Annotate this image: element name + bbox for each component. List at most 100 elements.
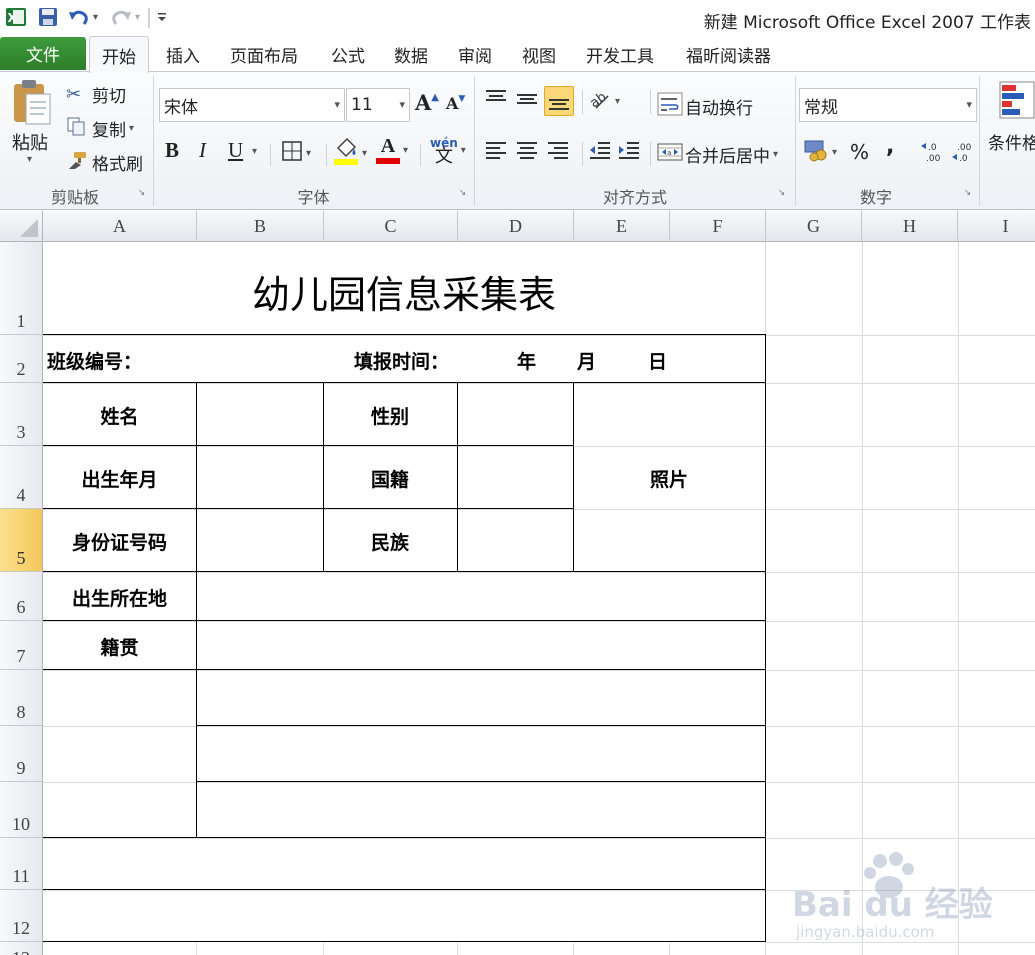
svg-text:a: a: [667, 149, 671, 157]
tab-developer[interactable]: 开发工具: [586, 36, 654, 72]
wrap-text-icon: [657, 92, 683, 121]
decrease-decimal-icon[interactable]: .00.0: [951, 140, 977, 164]
column-header-b[interactable]: B: [197, 211, 324, 242]
decrease-indent-icon[interactable]: [588, 140, 612, 162]
underline-button[interactable]: U: [228, 138, 243, 163]
row-header-8[interactable]: 8: [0, 670, 43, 726]
column-header-a[interactable]: A: [43, 211, 197, 242]
row-header-13[interactable]: 13: [0, 942, 43, 955]
redo-icon[interactable]: ▾: [108, 5, 142, 29]
increase-indent-icon[interactable]: [617, 140, 641, 162]
paste-dropdown-icon[interactable]: ▾: [27, 154, 32, 165]
row-header-10[interactable]: 10: [0, 782, 43, 838]
number-launcher-icon[interactable]: ↘: [962, 188, 973, 199]
column-header-i[interactable]: I: [958, 211, 1035, 242]
copy-icon: [66, 116, 90, 141]
watermark-url: jingyan.baidu.com: [796, 923, 935, 941]
row-header-9[interactable]: 9: [0, 726, 43, 782]
column-header-e[interactable]: E: [574, 211, 670, 242]
merge-dropdown-icon[interactable]: ▾: [773, 149, 778, 160]
font-launcher-icon[interactable]: ↘: [457, 188, 468, 199]
column-header-g[interactable]: G: [766, 211, 862, 242]
alignment-launcher-icon[interactable]: ↘: [776, 188, 787, 199]
row-header-6[interactable]: 6: [0, 572, 43, 621]
font-size-select[interactable]: 11 ▾: [346, 88, 410, 122]
chevron-down-icon: ▾: [399, 98, 405, 111]
row-header-2[interactable]: 2: [0, 335, 43, 383]
percent-button[interactable]: %: [850, 140, 869, 164]
font-group-label: 字体: [297, 188, 330, 207]
class-number-label: 班级编号：: [47, 351, 143, 373]
align-top-icon[interactable]: [484, 88, 508, 110]
customize-icon[interactable]: [155, 5, 169, 29]
paste-button[interactable]: 粘贴: [12, 129, 48, 155]
tab-view[interactable]: 视图: [522, 36, 556, 72]
tab-review[interactable]: 审阅: [458, 36, 492, 72]
align-middle-icon[interactable]: [515, 88, 539, 110]
row-header-7[interactable]: 7: [0, 621, 43, 670]
borders-button[interactable]: ▾: [281, 140, 311, 167]
ribbon-home: 粘贴 ▾ ✂ 剪切 复制 ▾ 格式刷 剪贴板 ↘ 宋体 ▾ 11 ▾ A ▲ A ▼…: [0, 72, 1035, 210]
conditional-format-button[interactable]: 条件格: [988, 129, 1035, 154]
row-header-1[interactable]: 1: [0, 242, 43, 335]
tab-formulas[interactable]: 公式: [331, 36, 365, 72]
font-divider: [270, 144, 271, 166]
wrap-text-label: 自动换行: [685, 99, 753, 119]
comma-button[interactable]: ,: [886, 134, 894, 159]
save-icon[interactable]: [36, 5, 60, 29]
row-header-11[interactable]: 11: [0, 838, 43, 890]
select-all-button[interactable]: [0, 211, 43, 242]
tab-data[interactable]: 数据: [394, 36, 428, 72]
tab-insert[interactable]: 插入: [166, 36, 200, 72]
undo-icon[interactable]: ▾: [66, 5, 100, 29]
shrink-font-button[interactable]: A ▼: [446, 94, 465, 114]
svg-text:.00: .00: [957, 143, 972, 153]
italic-button[interactable]: I: [199, 138, 206, 163]
phonetic-button[interactable]: wén 文 ▾: [430, 136, 466, 166]
row-header-12[interactable]: 12: [0, 890, 43, 942]
excel-icon[interactable]: X: [4, 5, 28, 29]
font-name-select[interactable]: 宋体 ▾: [159, 88, 345, 122]
tab-file[interactable]: 文件: [0, 37, 86, 70]
format-painter-item[interactable]: 格式刷: [66, 150, 143, 175]
row-header-5[interactable]: 5: [0, 509, 43, 572]
ribbon-tabs: 文件 开始 插入 页面布局 公式 数据 审阅 视图 开发工具 福昕阅读器: [0, 36, 1035, 73]
row-header-4[interactable]: 4: [0, 446, 43, 509]
tab-page-layout[interactable]: 页面布局: [230, 36, 298, 72]
spreadsheet-grid[interactable]: A B C D E F G H I 1 2 3 4 5 6 7 8 9 10 1…: [0, 211, 1035, 955]
qa-divider: [148, 8, 150, 28]
conditional-format-icon[interactable]: [998, 80, 1035, 120]
number-format-select[interactable]: 常规 ▾: [799, 88, 977, 122]
increase-decimal-icon[interactable]: .0.00: [920, 140, 946, 164]
align-divider: [650, 142, 651, 166]
column-header-c[interactable]: C: [324, 211, 458, 242]
merge-center-button[interactable]: a 合并后居中 ▾: [657, 140, 778, 169]
row-header-3[interactable]: 3: [0, 383, 43, 446]
cut-item[interactable]: ✂ 剪切: [66, 82, 126, 107]
bold-button[interactable]: B: [165, 138, 179, 163]
font-color-icon: A: [376, 136, 400, 164]
tab-home[interactable]: 开始: [89, 36, 149, 73]
grow-font-button[interactable]: A ▲: [415, 90, 439, 115]
merge-center-label: 合并后居中: [685, 147, 770, 167]
fill-color-button[interactable]: ▾: [333, 136, 367, 171]
copy-dropdown-icon[interactable]: ▾: [129, 123, 134, 134]
align-bottom-icon[interactable]: [544, 86, 574, 116]
tab-foxit-reader[interactable]: 福昕阅读器: [686, 36, 771, 72]
column-header-h[interactable]: H: [862, 211, 958, 242]
wrap-text-button[interactable]: 自动换行: [657, 92, 753, 121]
underline-dropdown-icon[interactable]: ▾: [252, 146, 257, 157]
copy-item[interactable]: 复制 ▾: [66, 116, 134, 141]
column-header-f[interactable]: F: [670, 211, 766, 242]
align-divider: [582, 142, 583, 166]
column-header-d[interactable]: D: [458, 211, 574, 242]
orientation-button[interactable]: ab ▾: [587, 88, 620, 115]
paste-icon[interactable]: [10, 78, 56, 128]
align-center-icon[interactable]: [515, 140, 539, 162]
clipboard-launcher-icon[interactable]: ↘: [136, 188, 147, 199]
align-right-icon[interactable]: [546, 140, 570, 162]
gender-label: 性别: [370, 406, 409, 428]
align-left-icon[interactable]: [484, 140, 508, 162]
accounting-format-button[interactable]: ▾: [803, 138, 837, 167]
font-color-button[interactable]: A ▾: [376, 136, 408, 164]
